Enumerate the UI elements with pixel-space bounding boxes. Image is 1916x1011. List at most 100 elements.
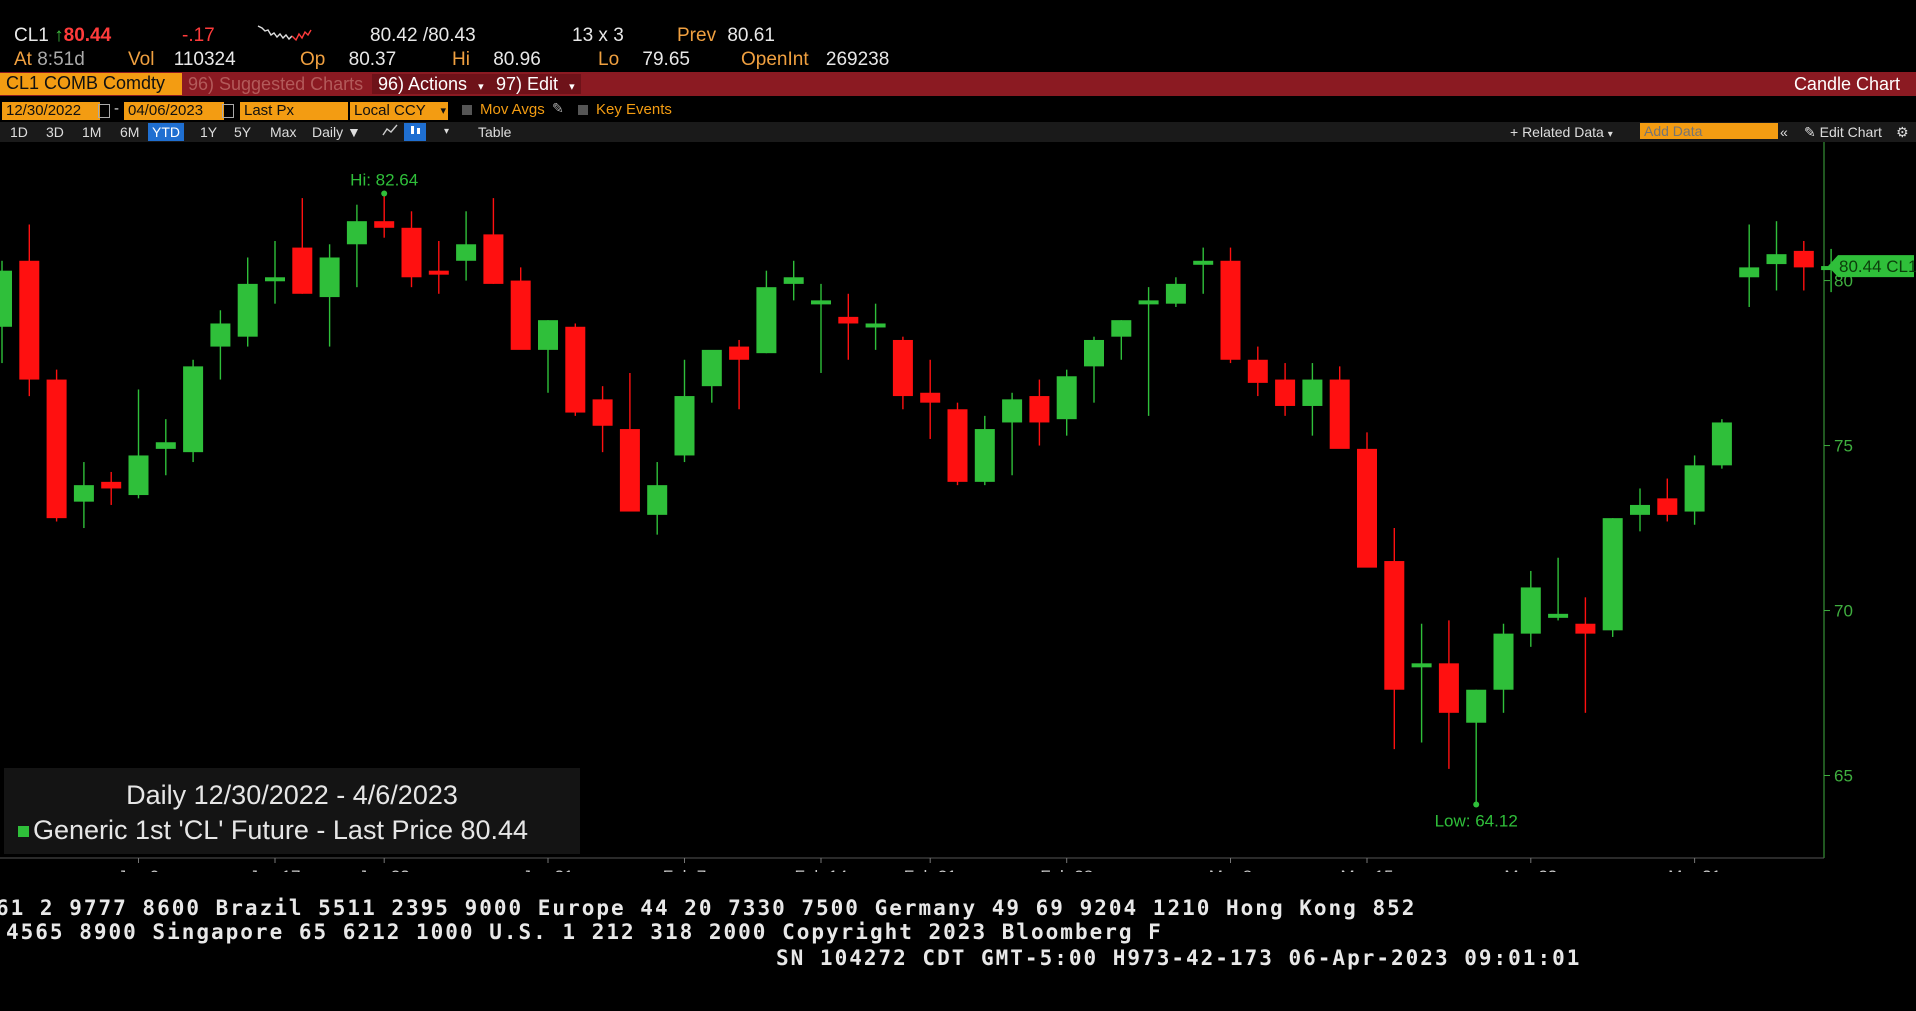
x-tick-label: Feb 7: [663, 867, 706, 872]
low-marker: [1473, 801, 1480, 808]
collapse-icon[interactable]: «: [1776, 123, 1792, 141]
candle-chart-icon[interactable]: [404, 123, 426, 141]
key-events-label: Key Events: [596, 101, 672, 118]
lo-label: Lo: [598, 49, 620, 70]
edit-chart-label: Edit Chart: [1819, 124, 1882, 140]
chart-legend: Daily 12/30/2022 - 4/6/2023 Generic 1st …: [4, 768, 580, 854]
candle-body: [46, 379, 67, 519]
pencil-icon[interactable]: ✎: [552, 100, 564, 117]
candle-chart[interactable]: 65707580Jan 9Jan 17Jan 23Jan 31Feb 7Feb …: [0, 142, 1916, 872]
actions-label: 96) Actions: [378, 74, 468, 94]
last-price-tag-label: 80.44 CL1: [1839, 257, 1916, 276]
chevron-down-icon: ▾: [440, 105, 446, 117]
candle-body: [101, 481, 122, 489]
candle-body: [1711, 422, 1732, 466]
related-data-menu[interactable]: + Related Data ▾: [1506, 123, 1617, 141]
candle-body: [865, 323, 886, 328]
footer-line-3: SN 104272 CDT GMT-5:00 H973-42-173 06-Ap…: [776, 946, 1582, 970]
table-button[interactable]: Table: [474, 123, 515, 141]
edit-menu[interactable]: 97) Edit ▾: [490, 74, 581, 94]
series-swatch-icon: [18, 826, 29, 838]
period-ytd[interactable]: YTD: [148, 123, 184, 141]
open-price: Op 80.37: [300, 48, 396, 72]
chevron-down-icon: ▼: [347, 124, 361, 140]
end-date-field[interactable]: 04/06/2023: [124, 102, 224, 120]
candle-body: [346, 221, 367, 245]
candle-body: [538, 320, 558, 350]
x-tick-label: Jan 23: [359, 867, 410, 872]
candle-body: [1329, 379, 1350, 449]
candle-body: [128, 455, 149, 496]
x-tick-label: Jan 17: [249, 867, 300, 872]
candle-body: [428, 270, 449, 275]
candle-body: [1138, 300, 1159, 305]
mov-avgs-checkbox[interactable]: [462, 105, 472, 115]
edit-chart-button[interactable]: ✎ Edit Chart: [1800, 123, 1886, 141]
frequency-select[interactable]: Daily ▼: [308, 123, 365, 141]
frequency-label: Daily: [312, 124, 344, 140]
period-6m[interactable]: 6M: [116, 123, 143, 141]
mov-avgs-label: Mov Avgs: [480, 101, 545, 118]
candle-body: [1466, 689, 1487, 723]
candle-body: [1739, 267, 1760, 278]
add-data-input[interactable]: [1640, 123, 1778, 139]
volume: Vol 110324: [128, 48, 236, 72]
oi-label: OpenInt: [741, 49, 809, 70]
x-tick-label: Feb 28: [1040, 867, 1093, 872]
x-tick-label: Mar 8: [1209, 867, 1252, 872]
period-max[interactable]: Max: [266, 123, 300, 141]
period-1d[interactable]: 1D: [6, 123, 32, 141]
ticker-label: CL1: [14, 25, 49, 46]
line-chart-icon[interactable]: [378, 123, 402, 141]
x-tick-label: Mar 23: [1504, 867, 1557, 872]
x-tick-label: Feb 21: [904, 867, 957, 872]
calendar-icon[interactable]: [222, 104, 234, 118]
period-3d[interactable]: 3D: [42, 123, 68, 141]
vol-label: Vol: [128, 49, 155, 70]
key-events-checkbox[interactable]: [578, 105, 588, 115]
bid-ask-size: 13 x 3: [572, 25, 624, 46]
candle-body: [155, 442, 176, 449]
function-toolbar: CL1 COMB Comdty 96) Suggested Charts 96)…: [0, 72, 1916, 96]
hi-value: 80.96: [493, 49, 541, 70]
legend-title: Daily 12/30/2022 - 4/6/2023: [126, 780, 458, 810]
chevron-down-icon: ▾: [1607, 129, 1613, 140]
candle-body: [1793, 250, 1814, 268]
candle-body: [1275, 379, 1296, 406]
quote-line-1: CL1 ↑80.44: [14, 24, 111, 48]
date-separator: -: [114, 100, 119, 117]
start-date-field[interactable]: 12/30/2022: [2, 102, 100, 120]
legend-series: Generic 1st 'CL' Future - Last Price 80.…: [18, 815, 528, 846]
price-field-select[interactable]: Last Px: [240, 102, 348, 120]
candle-body: [974, 429, 995, 482]
period-5y[interactable]: 5Y: [230, 123, 255, 141]
candle-body: [619, 429, 640, 512]
candle-body: [1247, 359, 1268, 383]
candle-body: [565, 326, 586, 413]
candle-body: [319, 257, 340, 298]
pencil-icon: ✎: [1804, 124, 1816, 140]
legend-series-name: Generic 1st 'CL' Future - Last Price: [33, 815, 453, 845]
lo-value: 79.65: [642, 49, 690, 70]
gear-icon[interactable]: ⚙: [1892, 123, 1913, 141]
hi-marker: [381, 190, 388, 197]
candle-body: [892, 339, 913, 397]
candle-body: [1193, 260, 1214, 265]
chevron-down-icon[interactable]: ▾: [440, 123, 453, 141]
security-field[interactable]: CL1 COMB Comdty: [0, 73, 182, 95]
calendar-icon[interactable]: [98, 104, 110, 118]
actions-menu[interactable]: 96) Actions ▾: [372, 74, 490, 94]
period-bar: 1D 3D 1M 6M YTD 1Y 5Y Max Daily ▼ ▾ Tabl…: [0, 122, 1916, 142]
vol-value: 110324: [173, 49, 236, 70]
suggested-charts-button[interactable]: 96) Suggested Charts: [182, 74, 369, 94]
hi-label: Hi: [452, 49, 470, 70]
candle-body: [811, 300, 831, 305]
period-1m[interactable]: 1M: [78, 123, 105, 141]
period-1y[interactable]: 1Y: [196, 123, 221, 141]
currency-select[interactable]: Local CCY ▾: [350, 102, 448, 120]
candle-body: [0, 270, 12, 327]
candle-body: [1056, 376, 1077, 420]
candle-body: [838, 316, 859, 324]
candle-body: [1438, 663, 1459, 713]
candle-body: [1766, 254, 1787, 265]
